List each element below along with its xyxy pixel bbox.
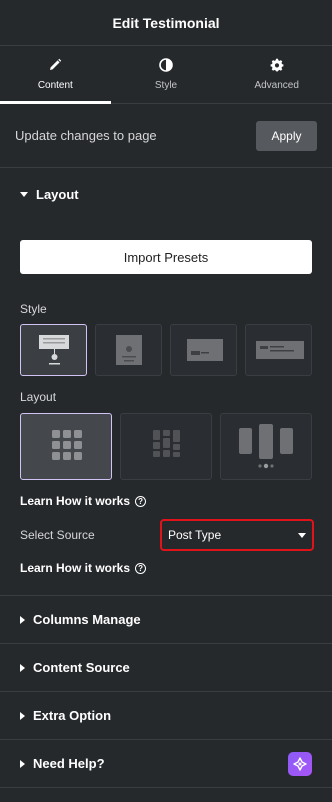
carousel-layout-icon — [239, 424, 293, 469]
style-4-thumbnail-icon — [256, 341, 304, 359]
learn-how-label: Learn How it works — [20, 494, 131, 508]
plugin-logo-icon — [288, 751, 312, 776]
style-1-thumbnail-icon — [39, 335, 69, 365]
section-need-help-title: Need Help? — [33, 756, 105, 771]
caret-right-icon — [20, 711, 25, 720]
select-source-label: Select Source — [20, 528, 95, 542]
tab-bar: Content Style Advanced — [0, 46, 332, 104]
style-option-2[interactable] — [95, 324, 162, 376]
style-option-3[interactable] — [170, 324, 237, 376]
layout-section-header[interactable]: Layout — [0, 168, 332, 220]
layout-option-masonry[interactable] — [120, 413, 212, 480]
style-option-4[interactable] — [245, 324, 312, 376]
section-extra-option-title: Extra Option — [33, 708, 112, 723]
learn-how-label-2: Learn How it works — [20, 561, 131, 575]
caret-right-icon — [20, 759, 25, 768]
gear-icon — [270, 58, 284, 72]
half-circle-icon — [159, 58, 173, 72]
update-text: Update changes to page — [15, 128, 157, 143]
learn-how-link[interactable]: Learn How it works ? — [0, 494, 332, 508]
pencil-icon — [50, 58, 62, 70]
masonry-layout-icon — [153, 430, 180, 457]
update-row: Update changes to page Apply — [0, 104, 332, 168]
learn-how-link-2[interactable]: Learn How it works ? — [0, 561, 332, 575]
chevron-down-icon — [298, 532, 306, 538]
question-circle-icon: ? — [135, 562, 147, 574]
section-content-source[interactable]: Content Source — [0, 644, 332, 692]
section-content-source-title: Content Source — [33, 660, 130, 675]
layout-label: Layout — [20, 390, 57, 404]
panel-title: Edit Testimonial — [0, 0, 332, 46]
section-columns-manage-title: Columns Manage — [33, 612, 141, 627]
apply-button[interactable]: Apply — [256, 120, 317, 151]
layout-option-carousel[interactable] — [220, 413, 312, 480]
select-source-row: Select Source Post Type — [0, 519, 332, 551]
grid-layout-icon — [52, 430, 82, 460]
import-presets-button[interactable]: Import Presets — [20, 240, 312, 274]
caret-down-icon — [20, 191, 28, 197]
caret-right-icon — [20, 663, 25, 672]
style-option-1[interactable] — [20, 324, 87, 376]
question-circle-icon: ? — [135, 495, 147, 507]
tab-advanced[interactable]: Advanced — [221, 46, 332, 103]
layout-section-title: Layout — [36, 186, 79, 202]
section-extra-option[interactable]: Extra Option — [0, 692, 332, 740]
style-2-thumbnail-icon — [116, 335, 142, 365]
layout-section: Layout Import Presets Style Layout Learn… — [0, 168, 332, 596]
tab-style[interactable]: Style — [111, 46, 222, 103]
style-picker — [0, 316, 332, 376]
section-columns-manage[interactable]: Columns Manage — [0, 596, 332, 644]
caret-right-icon — [20, 615, 25, 624]
layout-picker — [0, 404, 332, 480]
style-3-thumbnail-icon — [187, 339, 223, 361]
section-need-help[interactable]: Need Help? — [0, 740, 332, 788]
layout-option-grid[interactable] — [20, 413, 112, 480]
source-select[interactable]: Post Type — [160, 519, 314, 551]
style-label: Style — [20, 302, 47, 316]
source-select-value: Post Type — [168, 528, 222, 542]
tab-advanced-label: Advanced — [254, 80, 299, 91]
tab-content-label: Content — [37, 80, 73, 91]
tab-content[interactable]: Content — [0, 46, 111, 104]
tab-style-label: Style — [154, 80, 178, 91]
